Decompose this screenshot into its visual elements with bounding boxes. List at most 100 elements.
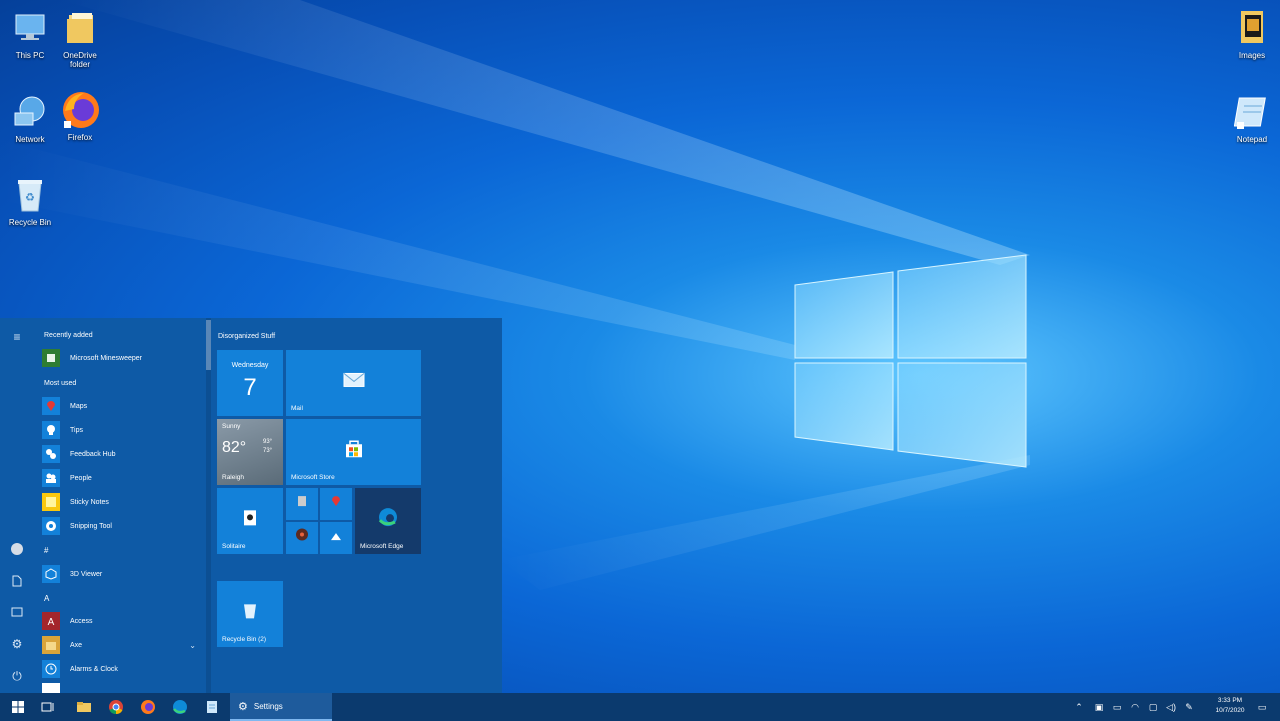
pen-tray-icon[interactable]: ✎ bbox=[1180, 693, 1198, 721]
app-label: Microsoft Minesweeper bbox=[70, 354, 142, 362]
taskbar-notepad[interactable] bbox=[198, 693, 226, 721]
computer-icon bbox=[10, 8, 50, 48]
documents-icon[interactable] bbox=[8, 572, 26, 590]
tile-group-title[interactable]: Disorganized Stuff bbox=[218, 333, 275, 340]
photos-tile[interactable] bbox=[320, 522, 352, 554]
taskbar-chrome[interactable] bbox=[102, 693, 130, 721]
power-icon[interactable]: ⏻ bbox=[8, 667, 26, 685]
weather-condition: Sunny bbox=[222, 423, 241, 430]
start-button[interactable] bbox=[4, 693, 32, 721]
weather-high: 93° bbox=[263, 439, 273, 445]
app-label: Snipping Tool bbox=[70, 522, 112, 530]
network-tray-icon[interactable]: ▭ bbox=[1108, 693, 1126, 721]
feedback-icon bbox=[42, 445, 60, 463]
mail-tile[interactable]: Mail bbox=[286, 350, 421, 416]
firefox-icon bbox=[141, 700, 155, 714]
taskbar-edge[interactable] bbox=[166, 693, 194, 721]
tile-label: Mail bbox=[291, 405, 303, 412]
groove-tile[interactable] bbox=[286, 522, 318, 554]
app-label: People bbox=[70, 474, 92, 482]
maps-tile[interactable] bbox=[320, 488, 352, 520]
app-label: Feedback Hub bbox=[70, 450, 116, 458]
folder-icon bbox=[77, 702, 91, 712]
maps-pin-icon bbox=[331, 494, 341, 512]
desktop-icon-recycle-bin[interactable]: ♻ Recycle Bin bbox=[2, 175, 58, 227]
scissors-icon bbox=[42, 517, 60, 535]
app-item-3d-viewer[interactable]: 3D Viewer bbox=[42, 564, 102, 584]
settings-gear-icon: ⚙ bbox=[238, 700, 248, 713]
tile-label: Recycle Bin (2) bbox=[222, 636, 267, 643]
desktop-icon-notepad[interactable]: Notepad bbox=[1224, 92, 1280, 144]
minesweeper-icon bbox=[42, 349, 60, 367]
desktop-icon-network[interactable]: Network bbox=[2, 92, 58, 144]
svg-text:A: A bbox=[48, 617, 55, 627]
letter-a-header[interactable]: A bbox=[44, 594, 49, 603]
solitaire-tile[interactable]: Solitaire bbox=[217, 488, 283, 554]
weather-low: 73° bbox=[263, 448, 273, 454]
onedrive-tray-icon[interactable]: ▣ bbox=[1090, 693, 1108, 721]
pictures-icon[interactable] bbox=[8, 603, 26, 621]
sticky-note-icon bbox=[42, 493, 60, 511]
user-avatar-icon[interactable] bbox=[8, 540, 26, 558]
app-item-sticky-notes[interactable]: Sticky Notes bbox=[42, 492, 109, 512]
edge-icon bbox=[173, 700, 187, 714]
letter-hash-header[interactable]: # bbox=[44, 546, 48, 555]
calculator-tile[interactable] bbox=[286, 488, 318, 520]
chevron-down-icon[interactable]: ⌄ bbox=[189, 641, 196, 650]
svg-text:♻: ♻ bbox=[25, 192, 35, 204]
app-label: Sticky Notes bbox=[70, 498, 109, 506]
taskbar: ⚙ Settings ⌃ ▣ ▭ ◠ ▢ ◁) ✎ 3:33 PM 10/7/2… bbox=[0, 693, 1280, 721]
start-rail: ≡ ⚙ ⏻ bbox=[0, 318, 34, 693]
tile-label: Microsoft Edge bbox=[360, 543, 404, 550]
firefox-icon bbox=[60, 90, 100, 130]
meet-now-tray-icon[interactable]: ▢ bbox=[1144, 693, 1162, 721]
system-clock[interactable]: 3:33 PM 10/7/2020 bbox=[1208, 696, 1252, 716]
cube-3d-icon bbox=[42, 565, 60, 583]
desktop-icon-this-pc[interactable]: This PC bbox=[2, 8, 58, 60]
access-icon: A bbox=[42, 612, 60, 630]
task-view-button[interactable] bbox=[34, 693, 62, 721]
weather-temperature: 82° bbox=[222, 439, 247, 456]
app-item-tips[interactable]: Tips bbox=[42, 420, 83, 440]
volume-icon[interactable]: ◁) bbox=[1162, 693, 1180, 721]
app-item-minesweeper[interactable]: Microsoft Minesweeper bbox=[42, 348, 142, 368]
photos-icon bbox=[330, 528, 342, 546]
clock-time: 3:33 PM bbox=[1217, 697, 1243, 704]
desktop-icon-label: Notepad bbox=[1236, 135, 1268, 144]
wifi-tray-icon[interactable]: ◠ bbox=[1126, 693, 1144, 721]
lightbulb-icon bbox=[42, 421, 60, 439]
calendar-tile[interactable]: Wednesday 7 bbox=[217, 350, 283, 416]
desktop-icon-label: This PC bbox=[15, 51, 45, 60]
app-item-feedback-hub[interactable]: Feedback Hub bbox=[42, 444, 116, 464]
taskbar-firefox[interactable] bbox=[134, 693, 162, 721]
scrollbar-thumb[interactable] bbox=[206, 320, 211, 370]
hamburger-menu-icon[interactable]: ≡ bbox=[8, 328, 26, 346]
weather-tile[interactable]: Sunny 82° 93° 73° Raleigh bbox=[217, 419, 283, 485]
edge-tile[interactable]: Microsoft Edge bbox=[355, 488, 421, 554]
taskbar-file-explorer[interactable] bbox=[70, 693, 98, 721]
app-item-snipping-tool[interactable]: Snipping Tool bbox=[42, 516, 112, 536]
app-item-maps[interactable]: Maps bbox=[42, 396, 87, 416]
recently-added-header: Recently added bbox=[44, 332, 93, 339]
settings-gear-icon[interactable]: ⚙ bbox=[8, 635, 26, 653]
desktop-icon-firefox[interactable]: Firefox bbox=[52, 90, 108, 142]
app-item-axe[interactable]: Axe ⌄ bbox=[42, 635, 202, 655]
desktop-icon-images[interactable]: Images bbox=[1224, 8, 1280, 60]
windows-start-icon bbox=[12, 701, 24, 713]
app-item-people[interactable]: People bbox=[42, 468, 92, 488]
store-tile[interactable]: Microsoft Store bbox=[286, 419, 421, 485]
recycle-bin-tile[interactable]: Recycle Bin (2) bbox=[217, 581, 283, 647]
recycle-bin-icon: ♻ bbox=[10, 175, 50, 215]
app-item-access[interactable]: A Access bbox=[42, 611, 93, 631]
taskbar-settings-app[interactable]: ⚙ Settings bbox=[230, 693, 332, 721]
desktop-icon-label: Network bbox=[15, 135, 45, 144]
weather-city: Raleigh bbox=[222, 474, 245, 481]
app-list-scrollbar[interactable] bbox=[206, 318, 211, 693]
app-label: Alarms & Clock bbox=[70, 665, 118, 673]
desktop-icon-onedrive-folder[interactable]: OneDrive folder bbox=[52, 8, 108, 69]
app-item-partial[interactable] bbox=[42, 682, 70, 693]
action-center-icon[interactable]: ▭ bbox=[1252, 693, 1272, 721]
app-item-alarms-clock[interactable]: Alarms & Clock bbox=[42, 659, 118, 679]
app-icon bbox=[42, 683, 60, 693]
show-hidden-icons-chevron[interactable]: ⌃ bbox=[1070, 693, 1088, 721]
